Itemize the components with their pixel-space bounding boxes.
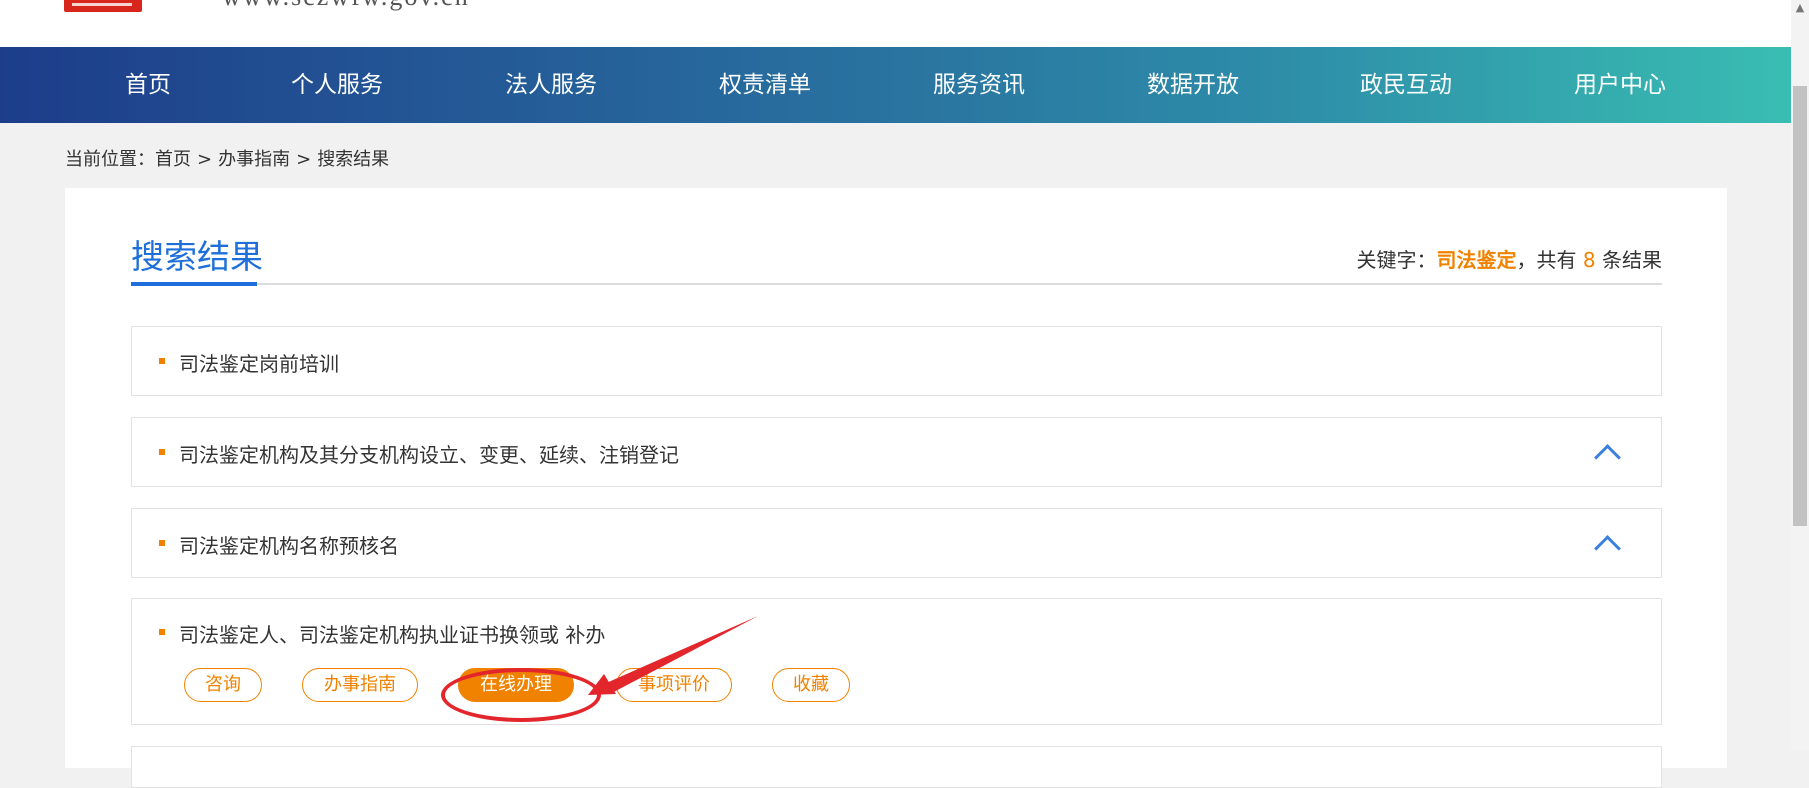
- site-url: www.sczwfw.gov.cn: [168, 0, 524, 12]
- result-item[interactable]: [131, 746, 1662, 788]
- consult-button[interactable]: 咨询: [184, 668, 262, 702]
- breadcrumb-home[interactable]: 首页: [155, 149, 191, 170]
- scroll-thumb[interactable]: [1793, 86, 1807, 526]
- annotation-circle: [441, 668, 601, 722]
- result-item[interactable]: 司法鉴定人、司法鉴定机构执业证书换领或 补办 咨询 办事指南 在线办理 事项评价…: [131, 598, 1662, 725]
- nav-item-legal-person-services[interactable]: 法人服务: [505, 47, 597, 123]
- breadcrumb-separator: >: [296, 149, 312, 170]
- search-results-panel: 搜索结果 关键字：司法鉴定，共有 8 条结果 司法鉴定岗前培训 司法鉴定机构及其…: [65, 188, 1727, 788]
- favorite-button[interactable]: 收藏: [772, 668, 850, 702]
- bullet-icon: [159, 358, 165, 364]
- title-divider-accent: [131, 282, 257, 286]
- scroll-up-icon[interactable]: ▲: [1794, 2, 1806, 14]
- result-item[interactable]: 司法鉴定机构名称预核名: [131, 508, 1662, 578]
- breadcrumb-current: 搜索结果: [317, 149, 390, 170]
- nav-item-open-data[interactable]: 数据开放: [1147, 47, 1239, 123]
- nav-item-personal-services[interactable]: 个人服务: [291, 47, 383, 123]
- chevron-up-icon[interactable]: [1594, 444, 1621, 471]
- nav-item-responsibility-list[interactable]: 权责清单: [719, 47, 811, 123]
- result-item-title[interactable]: 司法鉴定机构名称预核名: [179, 530, 399, 559]
- service-guide-button[interactable]: 办事指南: [302, 668, 418, 702]
- breadcrumb: 当前位置：首页 > 办事指南 > 搜索结果: [65, 145, 389, 171]
- count-prefix: ，共有: [1516, 248, 1577, 272]
- result-count: 8: [1582, 248, 1596, 272]
- page-title: 搜索结果: [131, 237, 263, 276]
- main-nav: 首页 个人服务 法人服务 权责清单 服务资讯 数据开放 政民互动 用户中心: [0, 47, 1791, 123]
- page-scrollbar[interactable]: ▲: [1791, 0, 1809, 750]
- keyword-summary: 关键字：司法鉴定，共有 8 条结果: [1357, 244, 1662, 273]
- title-divider: [131, 283, 1662, 285]
- top-header: www.sczwfw.gov.cn: [0, 0, 1791, 47]
- result-item[interactable]: 司法鉴定机构及其分支机构设立、变更、延续、注销登记: [131, 417, 1662, 487]
- bullet-icon: [159, 629, 165, 635]
- result-item-title[interactable]: 司法鉴定岗前培训: [179, 348, 339, 377]
- nav-item-user-center[interactable]: 用户中心: [1574, 47, 1666, 123]
- breadcrumb-guide[interactable]: 办事指南: [218, 149, 290, 170]
- keyword-value: 司法鉴定: [1436, 248, 1517, 272]
- result-item-title[interactable]: 司法鉴定机构及其分支机构设立、变更、延续、注销登记: [179, 439, 679, 468]
- nav-item-service-news[interactable]: 服务资讯: [933, 47, 1025, 123]
- result-item[interactable]: 司法鉴定岗前培训: [131, 326, 1662, 396]
- rate-item-button[interactable]: 事项评价: [616, 668, 732, 702]
- nav-item-interaction[interactable]: 政民互动: [1360, 47, 1452, 123]
- site-logo[interactable]: [64, 0, 142, 12]
- logo-lettering: [72, 0, 132, 6]
- keyword-label: 关键字：: [1356, 248, 1437, 272]
- count-suffix: 条结果: [1602, 248, 1662, 272]
- bullet-icon: [159, 449, 165, 455]
- breadcrumb-separator: >: [197, 149, 213, 170]
- nav-item-home[interactable]: 首页: [125, 47, 171, 123]
- bullet-icon: [159, 540, 165, 546]
- breadcrumb-prefix: 当前位置：: [65, 149, 155, 170]
- result-item-title[interactable]: 司法鉴定人、司法鉴定机构执业证书换领或 补办: [179, 619, 605, 648]
- chevron-up-icon[interactable]: [1594, 535, 1621, 562]
